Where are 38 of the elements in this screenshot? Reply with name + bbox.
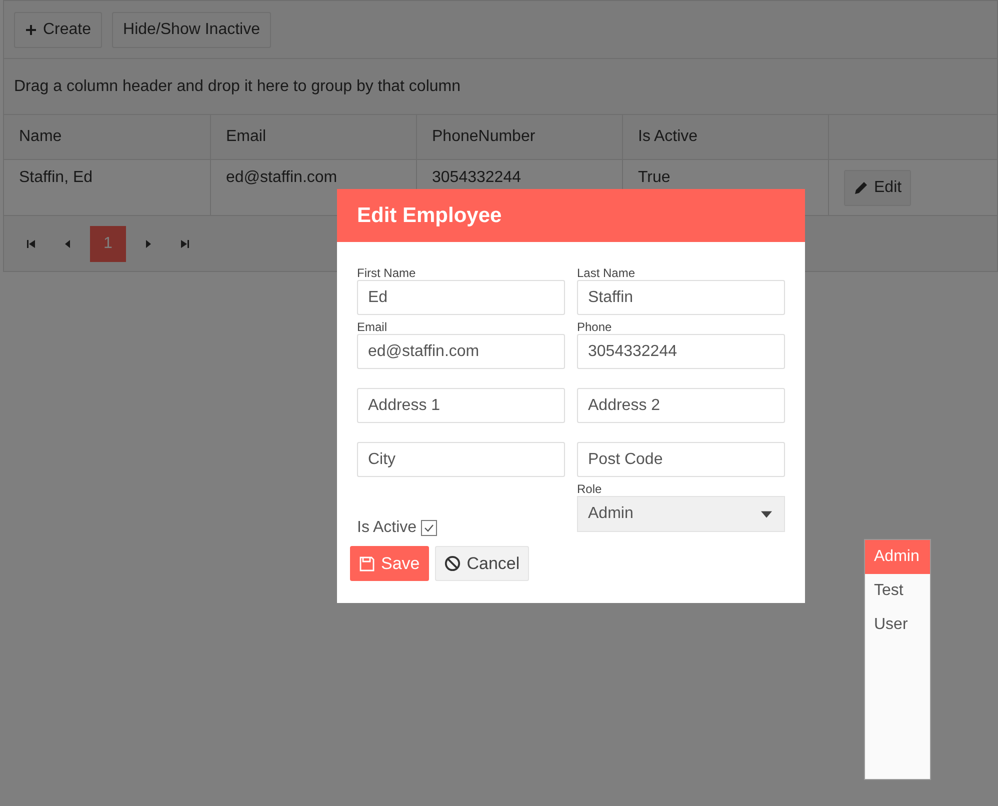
caret-icon bbox=[761, 510, 772, 518]
edit-button[interactable]: Edit bbox=[844, 170, 911, 206]
text-field[interactable]: Address 1 bbox=[357, 388, 565, 423]
text-field[interactable]: Address 2 bbox=[577, 388, 785, 423]
create-button[interactable]: Create bbox=[14, 12, 102, 48]
floppy-icon bbox=[359, 556, 375, 572]
pencil-icon bbox=[853, 180, 869, 196]
field-label: First Name bbox=[357, 266, 417, 280]
field-label: Email bbox=[357, 320, 388, 334]
column-header[interactable]: Name bbox=[4, 115, 211, 159]
checkbox[interactable] bbox=[420, 520, 437, 536]
text-field[interactable]: Ed bbox=[357, 280, 565, 315]
role-option[interactable]: User bbox=[865, 608, 930, 642]
role-option[interactable]: Admin bbox=[865, 540, 930, 574]
text-field[interactable]: 3054332244 bbox=[577, 334, 785, 369]
field-label: Last Name bbox=[577, 266, 636, 280]
checkbox-label: Is Active bbox=[357, 519, 417, 537]
text-field[interactable]: Staffin bbox=[577, 280, 785, 315]
last-page-icon[interactable] bbox=[180, 238, 190, 248]
text-field[interactable]: City bbox=[357, 442, 565, 477]
column-header[interactable]: PhoneNumber bbox=[417, 115, 623, 159]
table-cell: Staffin, Ed bbox=[4, 160, 211, 215]
role-dropdown[interactable]: Admin bbox=[577, 496, 785, 532]
dialog-title: Edit Employee bbox=[337, 189, 805, 242]
field-label: Role bbox=[577, 482, 603, 496]
save-button[interactable]: Save bbox=[350, 546, 429, 581]
group-hint: Drag a column header and drop it here to group by that column bbox=[14, 78, 460, 96]
page-button[interactable]: 1 bbox=[90, 226, 126, 262]
cancel-icon bbox=[444, 555, 461, 572]
cancel-button[interactable]: Cancel bbox=[434, 546, 529, 581]
text-field[interactable]: Post Code bbox=[577, 442, 785, 477]
plus-icon bbox=[25, 24, 37, 36]
column-header[interactable]: Is Active bbox=[623, 115, 829, 159]
text-field[interactable]: ed@staffin.com bbox=[357, 334, 565, 369]
column-header[interactable]: Email bbox=[211, 115, 417, 159]
role-option[interactable]: Test bbox=[865, 574, 930, 608]
field-label: Phone bbox=[577, 320, 613, 334]
first-page-icon[interactable] bbox=[26, 238, 36, 248]
